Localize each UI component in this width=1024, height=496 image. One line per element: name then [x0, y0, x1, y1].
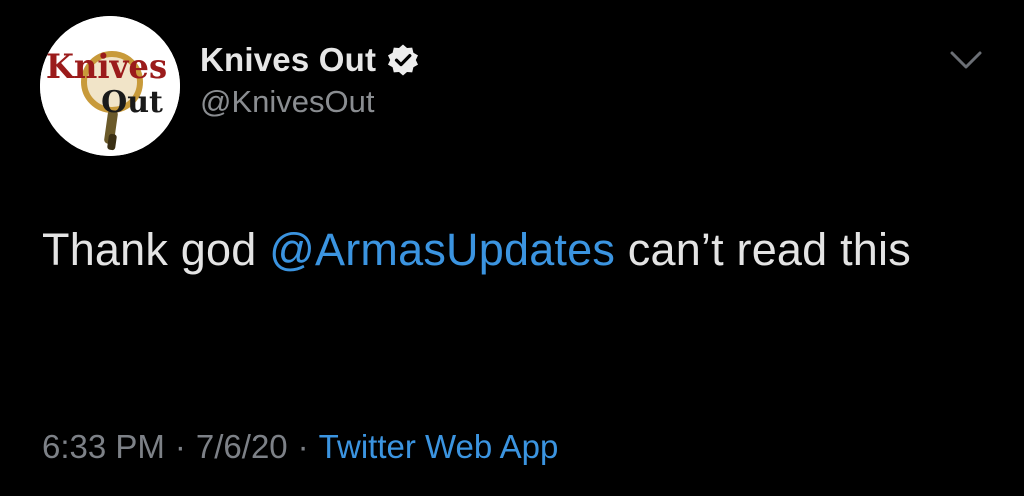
- tweet-meta: 6:33 PM · 7/6/20 · Twitter Web App: [42, 428, 558, 466]
- author-name-row: Knives Out: [200, 38, 420, 82]
- tweet-source-link[interactable]: Twitter Web App: [319, 428, 559, 465]
- display-name[interactable]: Knives Out: [200, 41, 376, 79]
- tweet-text-after: can’t read this: [615, 224, 911, 275]
- chevron-down-icon[interactable]: [946, 44, 986, 78]
- author-handle[interactable]: @KnivesOut: [200, 84, 374, 120]
- avatar-logo-line-2: Out: [101, 85, 163, 120]
- meta-separator: ·: [174, 428, 186, 465]
- verified-badge-icon: [386, 43, 420, 77]
- knives-out-logo: Knives Out: [40, 16, 180, 156]
- avatar-logo-line-1: Knives: [46, 46, 167, 86]
- tweet-date[interactable]: 7/6/20: [196, 428, 288, 465]
- tweet-time[interactable]: 6:33 PM: [42, 428, 165, 465]
- meta-separator: ·: [297, 428, 309, 465]
- avatar[interactable]: Knives Out: [40, 16, 180, 156]
- tweet-text-before: Thank god: [42, 224, 270, 275]
- mention-link[interactable]: @ArmasUpdates: [269, 224, 615, 275]
- tweet-text: Thank god @ArmasUpdates can’t read this: [42, 212, 982, 288]
- tweet: Knives Out Knives Out @KnivesOut Thank g…: [0, 0, 1024, 496]
